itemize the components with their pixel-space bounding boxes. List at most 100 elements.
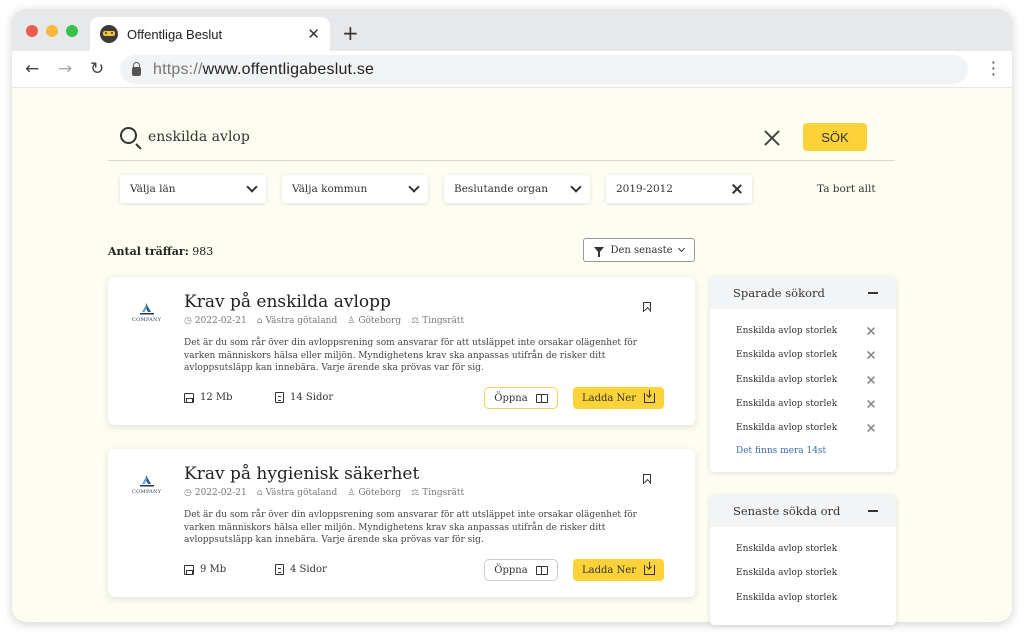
recent-search-item[interactable]: Enskilda avlop storlek bbox=[736, 586, 896, 610]
maximize-window-button[interactable] bbox=[66, 25, 78, 37]
search-input[interactable] bbox=[148, 125, 708, 149]
search-icon bbox=[120, 127, 137, 144]
filter-years-label: 2019-2012 bbox=[616, 183, 673, 195]
url-scheme: https:// bbox=[153, 60, 203, 78]
clock-icon: ◷ bbox=[184, 316, 192, 326]
saved-searches-panel: Sparade sökord Enskilda avlop storlek En… bbox=[710, 277, 896, 472]
close-icon[interactable]: ✕ bbox=[307, 25, 320, 43]
card-region: Västra götaland bbox=[265, 488, 338, 498]
saved-search-item[interactable]: Enskilda avlop storlek bbox=[736, 392, 896, 416]
hit-count-value: 983 bbox=[192, 245, 214, 258]
document-icon bbox=[275, 392, 284, 403]
book-icon bbox=[535, 565, 548, 575]
filter-years-chip[interactable]: 2019-2012 bbox=[606, 175, 752, 203]
remove-icon[interactable] bbox=[867, 327, 875, 335]
saved-search-item[interactable]: Enskilda avlop storlek bbox=[736, 343, 896, 367]
book-icon bbox=[535, 393, 548, 403]
saved-search-label: Enskilda avlop storlek bbox=[736, 399, 838, 410]
search-bar: SÖK bbox=[108, 115, 895, 161]
bookmark-icon[interactable] bbox=[643, 302, 651, 312]
clock-icon: ◷ bbox=[184, 488, 192, 498]
saved-search-label: Enskilda avlop storlek bbox=[736, 423, 838, 434]
save-disk-icon bbox=[184, 564, 194, 575]
card-description: Det är du som rår över din avloppsrening… bbox=[184, 510, 637, 545]
recent-search-item[interactable]: Enskilda avlop storlek bbox=[736, 561, 896, 585]
result-card[interactable]: COMPANY Krav på enskilda avlopp ◷ 2022-02… bbox=[108, 277, 695, 425]
close-window-button[interactable] bbox=[26, 25, 38, 37]
remove-icon[interactable] bbox=[867, 400, 875, 408]
new-tab-plus-icon[interactable]: + bbox=[342, 21, 359, 45]
collapse-minus-icon[interactable] bbox=[868, 510, 878, 512]
collapse-minus-icon[interactable] bbox=[868, 292, 878, 294]
clear-search-icon[interactable] bbox=[762, 128, 782, 148]
company-logo-text: COMPANY bbox=[132, 317, 162, 323]
more-menu-icon[interactable]: · · · bbox=[991, 55, 996, 83]
address-bar[interactable]: https://www.offentligabeslut.se bbox=[120, 55, 968, 84]
saved-search-label: Enskilda avlop storlek bbox=[736, 374, 838, 385]
filter-kommun-label: Välja kommun bbox=[292, 183, 368, 195]
remove-icon[interactable] bbox=[867, 351, 875, 359]
open-label: Öppna bbox=[494, 392, 528, 404]
reload-icon[interactable]: ↻ bbox=[90, 59, 104, 79]
recent-search-item[interactable]: Enskilda avlop storlek bbox=[736, 537, 896, 561]
search-button[interactable]: SÖK bbox=[803, 123, 867, 151]
saved-searches-header[interactable]: Sparade sökord bbox=[710, 277, 896, 309]
open-button[interactable]: Öppna bbox=[484, 559, 558, 581]
chevron-down-icon bbox=[246, 181, 258, 193]
card-date: 2022-02-21 bbox=[194, 488, 247, 498]
filter-lan-dropdown[interactable]: Välja län bbox=[120, 175, 266, 203]
page-count-value: 4 Sidor bbox=[290, 564, 327, 575]
card-title[interactable]: Krav på hygienisk säkerhet bbox=[184, 464, 419, 484]
remove-icon[interactable] bbox=[867, 376, 875, 384]
filter-kommun-dropdown[interactable]: Välja kommun bbox=[282, 175, 428, 203]
download-icon bbox=[644, 390, 655, 403]
saved-search-item[interactable]: Enskilda avlop storlek bbox=[736, 368, 896, 392]
filter-lan-label: Välja län bbox=[130, 183, 176, 195]
download-button[interactable]: Ladda Ner bbox=[573, 387, 664, 409]
filter-funnel-icon bbox=[594, 247, 605, 257]
tab-bar: Offentliga Beslut ✕ + bbox=[12, 9, 1012, 51]
filter-organ-dropdown[interactable]: Beslutande organ bbox=[444, 175, 590, 203]
chevron-down-icon bbox=[677, 244, 685, 253]
scales-icon: ⚖ bbox=[411, 316, 420, 326]
card-meta: ◷ 2022-02-21 ⌂ Västra götaland ♙ Göteborg ⚖… bbox=[184, 488, 464, 498]
owl-favicon-icon bbox=[100, 25, 118, 43]
sort-label: Den senaste bbox=[610, 244, 673, 256]
result-card[interactable]: COMPANY Krav på hygienisk säkerhet ◷ 2022… bbox=[108, 449, 695, 597]
remove-all-filters-link[interactable]: Ta bort allt bbox=[817, 183, 876, 195]
company-logo-mark bbox=[140, 303, 154, 315]
show-more-link[interactable]: Det finns mera 14st bbox=[710, 440, 896, 456]
back-arrow-icon[interactable]: ← bbox=[25, 59, 39, 79]
save-disk-icon bbox=[184, 392, 194, 403]
remove-filter-icon[interactable] bbox=[732, 184, 742, 194]
saved-search-item[interactable]: Enskilda avlop storlek bbox=[736, 416, 896, 440]
hit-count-label: Antal träffar: bbox=[108, 245, 189, 258]
card-court: Tingsrätt bbox=[422, 488, 465, 498]
download-label: Ladda Ner bbox=[582, 392, 636, 404]
browser-tab[interactable]: Offentliga Beslut ✕ bbox=[90, 17, 330, 51]
minimize-window-button[interactable] bbox=[46, 25, 58, 37]
company-logo-text: COMPANY bbox=[132, 489, 162, 495]
hit-count: Antal träffar: 983 bbox=[108, 245, 213, 258]
page-count: 14 Sidor bbox=[275, 392, 333, 403]
recent-search-label: Enskilda avlop storlek bbox=[736, 544, 838, 555]
sort-button[interactable]: Den senaste bbox=[583, 238, 695, 262]
card-description: Det är du som rår över din avloppsrening… bbox=[184, 338, 637, 373]
bookmark-icon[interactable] bbox=[643, 474, 651, 484]
person-icon: ♙ bbox=[347, 316, 356, 326]
recent-search-label: Enskilda avlop storlek bbox=[736, 592, 838, 603]
saved-search-item[interactable]: Enskilda avlop storlek bbox=[736, 319, 896, 343]
company-logo: COMPANY bbox=[132, 474, 162, 496]
card-title[interactable]: Krav på enskilda avlopp bbox=[184, 292, 391, 312]
browser-toolbar: ← → ↻ https://www.offentligabeslut.se · ·… bbox=[12, 51, 1012, 88]
forward-arrow-icon[interactable]: → bbox=[58, 59, 72, 79]
company-logo: COMPANY bbox=[132, 302, 162, 324]
building-icon: ⌂ bbox=[256, 316, 263, 326]
recent-searches-header[interactable]: Senaste sökda ord bbox=[710, 495, 896, 527]
saved-search-label: Enskilda avlop storlek bbox=[736, 350, 838, 361]
remove-icon[interactable] bbox=[867, 424, 875, 432]
download-button[interactable]: Ladda Ner bbox=[573, 559, 664, 581]
open-button[interactable]: Öppna bbox=[484, 387, 558, 409]
saved-searches-list: Enskilda avlop storlek Enskilda avlop st… bbox=[710, 309, 896, 440]
recent-searches-title: Senaste sökda ord bbox=[733, 504, 841, 518]
